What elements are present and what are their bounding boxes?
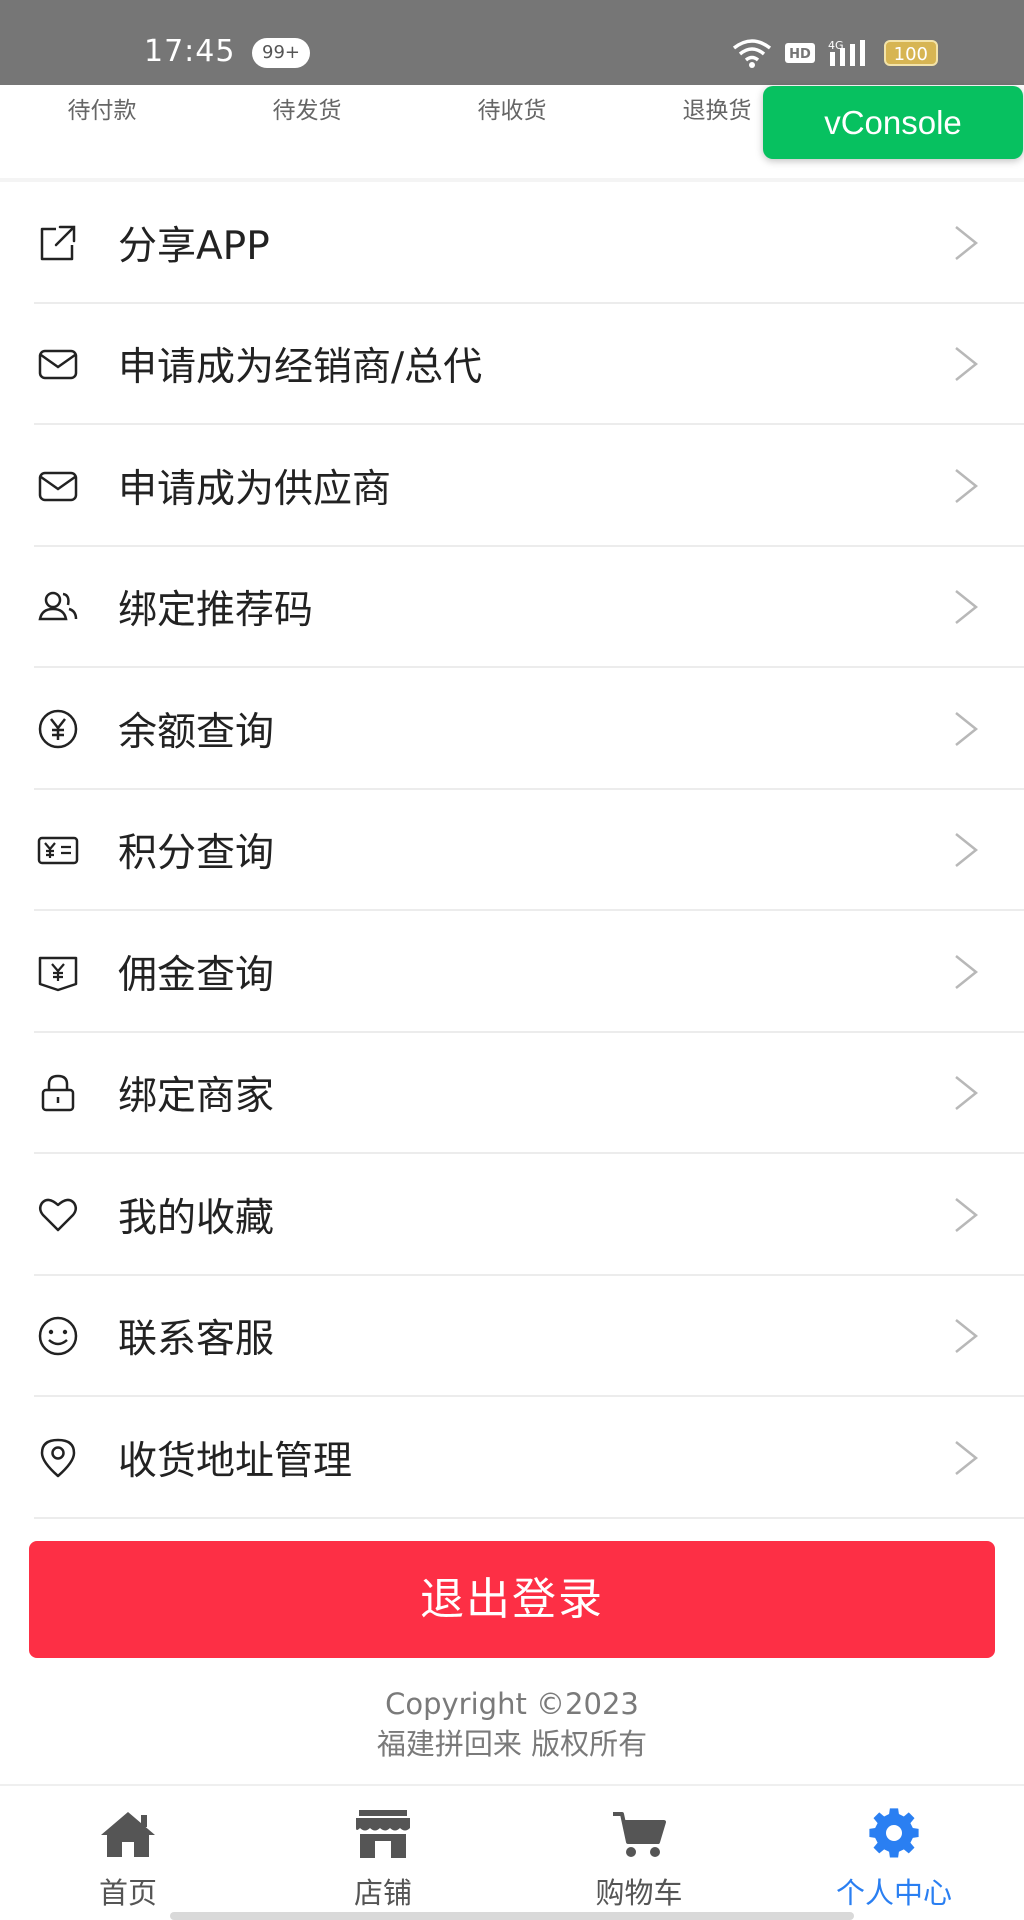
menu-item-apply-distributor[interactable]: 申请成为经销商/总代 xyxy=(0,303,1024,425)
chevron-right-icon xyxy=(955,1440,979,1475)
wifi-icon xyxy=(732,39,771,68)
commission-yen-icon xyxy=(38,956,78,991)
chevron-right-icon xyxy=(955,468,979,503)
yen-circle-icon xyxy=(38,709,78,748)
signal-icon: 4G xyxy=(828,39,865,66)
menu-label: 申请成为供应商 xyxy=(118,466,392,512)
home-icon xyxy=(101,1812,155,1857)
menu-label: 我的收藏 xyxy=(118,1195,275,1241)
tab-store[interactable]: 店铺 xyxy=(293,1808,473,1912)
menu-label: 联系客服 xyxy=(118,1317,275,1363)
gear-icon xyxy=(869,1808,919,1858)
vconsole-button[interactable]: vConsole xyxy=(763,86,1023,159)
order-tab-pending-shipment[interactable]: 待发货 xyxy=(227,91,387,125)
menu-item-share-app[interactable]: 分享APP xyxy=(0,182,1024,304)
tab-profile[interactable]: 个人中心 xyxy=(804,1808,984,1912)
bottom-tab-bar: 首页 店铺 购物车 个人中心 xyxy=(0,1786,1024,1920)
status-time: 17:45 xyxy=(144,34,236,69)
store-icon xyxy=(356,1810,410,1858)
order-tab-pending-receipt[interactable]: 待收货 xyxy=(432,91,592,125)
menu-item-balance-query[interactable]: 余额查询 xyxy=(0,668,1024,790)
cart-icon xyxy=(613,1812,666,1857)
tab-cart[interactable]: 购物车 xyxy=(549,1808,729,1912)
smile-icon xyxy=(38,1317,78,1356)
menu-label: 佣金查询 xyxy=(118,952,275,998)
home-indicator xyxy=(170,1912,854,1920)
menu-item-bind-merchant[interactable]: 绑定商家 xyxy=(0,1032,1024,1154)
copyright: Copyright ©2023 福建拼回来 版权所有 xyxy=(0,1684,1024,1764)
copyright-owner: 福建拼回来 版权所有 xyxy=(376,1727,648,1761)
menu-label: 绑定商家 xyxy=(118,1074,275,1120)
svg-text:HD: HD xyxy=(789,47,811,62)
menu-item-apply-supplier[interactable]: 申请成为供应商 xyxy=(0,425,1024,547)
menu-label: 分享APP xyxy=(118,223,270,269)
menu-list: 分享APP 申请成为经销商/总代 申请成为供应商 绑定推荐码 余额查询 积分查询… xyxy=(0,182,1024,1519)
tab-label: 首页 xyxy=(98,1876,157,1910)
chevron-right-icon xyxy=(955,590,979,625)
menu-label: 收货地址管理 xyxy=(118,1438,353,1484)
points-ticket-icon xyxy=(37,837,79,865)
menu-label: 余额查询 xyxy=(118,709,275,755)
chevron-right-icon xyxy=(955,1076,979,1111)
chevron-right-icon xyxy=(955,225,979,260)
chevron-right-icon xyxy=(955,1197,979,1232)
tab-label: 个人中心 xyxy=(835,1876,952,1910)
copyright-line: Copyright ©2023 xyxy=(385,1687,639,1721)
battery-indicator: 100 xyxy=(883,40,938,66)
menu-item-customer-service[interactable]: 联系客服 xyxy=(0,1275,1024,1397)
order-tab-pending-payment[interactable]: 待付款 xyxy=(22,91,182,125)
hd-icon: HD xyxy=(784,43,815,63)
menu-item-points-query[interactable]: 积分查询 xyxy=(0,789,1024,911)
mail-icon xyxy=(38,471,78,501)
menu-item-favorites[interactable]: 我的收藏 xyxy=(0,1154,1024,1276)
status-bar: 17:45 99+ HD 4G 100 xyxy=(0,0,1024,85)
logout-button[interactable]: 退出登录 xyxy=(29,1541,995,1658)
chevron-right-icon xyxy=(955,711,979,746)
menu-label: 积分查询 xyxy=(118,831,275,877)
chevron-right-icon xyxy=(955,833,979,868)
menu-label: 绑定推荐码 xyxy=(118,588,314,634)
tab-home[interactable]: 首页 xyxy=(38,1808,218,1912)
status-icons: HD 4G 100 xyxy=(732,38,938,68)
mail-icon xyxy=(38,350,78,380)
heart-icon xyxy=(39,1198,77,1231)
menu-item-address-management[interactable]: 收货地址管理 xyxy=(0,1397,1024,1519)
tab-label: 店铺 xyxy=(353,1876,412,1910)
users-icon xyxy=(38,592,78,621)
chevron-right-icon xyxy=(955,347,979,382)
notification-badge: 99+ xyxy=(252,38,310,68)
menu-item-bind-referral-code[interactable]: 绑定推荐码 xyxy=(0,546,1024,668)
location-icon xyxy=(40,1438,76,1477)
chevron-right-icon xyxy=(955,1319,979,1354)
chevron-right-icon xyxy=(955,954,979,989)
screen: 17:45 99+ HD 4G 100 待付款 待发货 待收货 退换货 vCon… xyxy=(0,0,1024,1920)
lock-icon xyxy=(41,1074,75,1112)
tab-label: 购物车 xyxy=(595,1876,683,1910)
menu-item-commission-query[interactable]: 佣金查询 xyxy=(0,911,1024,1033)
share-icon xyxy=(40,225,76,260)
menu-label: 申请成为经销商/总代 xyxy=(118,345,483,391)
